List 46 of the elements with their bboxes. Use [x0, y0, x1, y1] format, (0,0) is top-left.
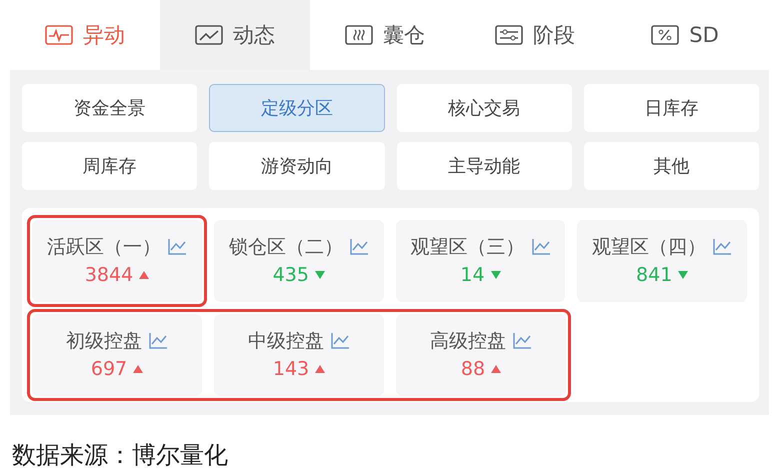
card-label: 活跃区（一）	[47, 234, 161, 260]
card-value: 143	[272, 357, 310, 382]
metric-card[interactable]: 活跃区（一） 3844	[32, 220, 202, 302]
card-label: 高级控盘	[430, 328, 506, 354]
filter-button[interactable]: 主导动能	[396, 142, 572, 190]
chart-icon[interactable]	[348, 238, 369, 256]
card-value: 88	[460, 357, 486, 382]
tab[interactable]: 阶段	[460, 0, 610, 70]
filter-button[interactable]: 周库存	[22, 142, 198, 190]
filter-button[interactable]: 资金全景	[22, 84, 198, 132]
metric-card[interactable]: 中级控盘 143	[214, 314, 384, 396]
metric-card[interactable]: 初级控盘 697	[32, 314, 202, 396]
card-label: 锁仓区（二）	[228, 234, 343, 260]
line-chart-icon	[195, 25, 223, 45]
card-label: 观望区（三）	[410, 234, 524, 260]
card-value: 841	[636, 263, 672, 288]
pulse-icon	[45, 25, 73, 45]
card-label: 观望区（四）	[592, 234, 706, 260]
filter-button[interactable]: 游资动向	[209, 142, 384, 190]
card-value: 3844	[84, 263, 134, 288]
chart-icon[interactable]	[512, 332, 532, 350]
chart-icon[interactable]	[330, 332, 350, 350]
card-value: 14	[460, 263, 485, 288]
chart-icon[interactable]	[148, 332, 168, 350]
tab[interactable]: 动态	[160, 0, 310, 70]
card-label: 初级控盘	[66, 328, 142, 354]
metric-card[interactable]: 观望区（四） 841	[577, 220, 748, 302]
filter-button[interactable]: 定级分区	[209, 84, 384, 132]
chart-icon[interactable]	[167, 238, 187, 256]
filter-button[interactable]: 日库存	[584, 84, 759, 132]
percent-icon	[651, 25, 680, 45]
tab[interactable]: SD	[610, 0, 760, 70]
card-label: 中级控盘	[248, 328, 324, 354]
source-note: 数据来源：博尔量化	[11, 440, 229, 471]
sliders-icon	[495, 25, 523, 45]
filter-button[interactable]: 其他	[584, 142, 759, 190]
metric-card[interactable]: 锁仓区（二） 435	[214, 220, 384, 302]
chart-icon[interactable]	[712, 238, 732, 256]
filter-button[interactable]: 核心交易	[396, 84, 572, 132]
chart-icon[interactable]	[530, 238, 550, 256]
tab[interactable]: 囊仓	[310, 0, 460, 70]
card-value: 697	[90, 357, 128, 382]
wave-lines-icon	[345, 25, 373, 45]
metric-card[interactable]: 高级控盘 88	[396, 314, 566, 396]
card-value: 435	[272, 263, 309, 288]
metric-card[interactable]: 观望区（三） 14	[396, 220, 566, 302]
